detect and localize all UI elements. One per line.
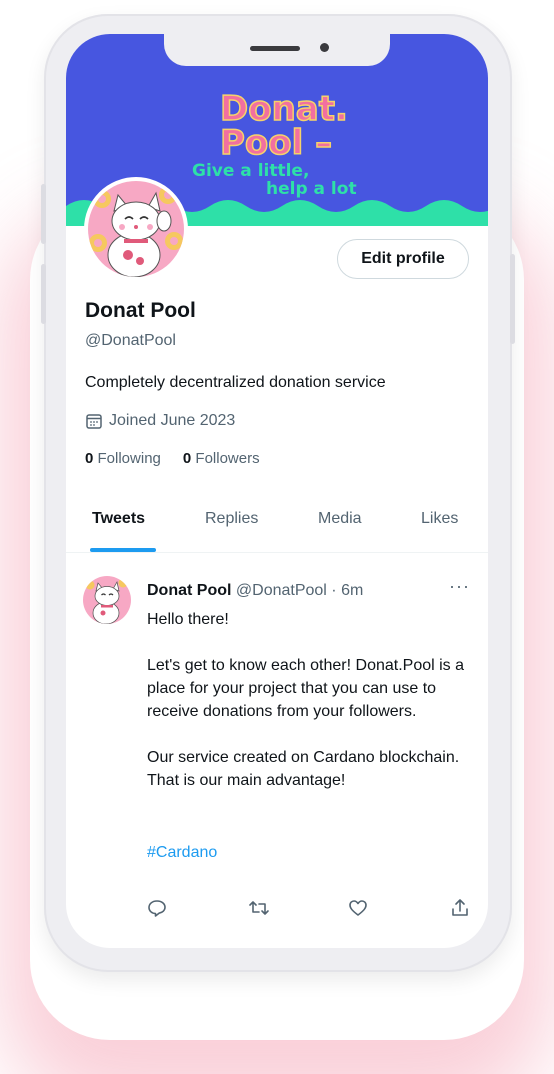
tweet-actions xyxy=(147,898,471,922)
profile-bio: Completely decentralized donation servic… xyxy=(85,374,386,391)
edit-profile-button[interactable]: Edit profile xyxy=(337,239,469,279)
following-link[interactable]: 0 Following xyxy=(85,450,161,467)
tweet-author[interactable]: Donat Pool xyxy=(147,582,231,599)
tab-replies[interactable]: Replies xyxy=(205,510,258,528)
profile-name: Donat Pool xyxy=(85,299,196,322)
share-icon[interactable] xyxy=(450,898,470,918)
tweet-meta: @DonatPool · 6m xyxy=(235,582,364,599)
hashtag-link[interactable]: #Cardano xyxy=(147,844,217,862)
profile-tabs: Tweets Replies Media Likes xyxy=(66,500,488,553)
more-options-icon[interactable]: ··· xyxy=(449,576,470,597)
reply-icon[interactable] xyxy=(147,898,167,918)
joined-date: Joined June 2023 xyxy=(85,412,235,430)
following-count: 0 xyxy=(85,450,94,467)
tab-tweets[interactable]: Tweets xyxy=(92,510,145,528)
avatar-image xyxy=(88,181,184,277)
calendar-icon xyxy=(86,414,102,429)
follow-stats: 0 Following 0 Followers xyxy=(85,450,260,467)
followers-label: Followers xyxy=(195,450,260,467)
lucky-cat-icon xyxy=(88,181,184,277)
joined-text: Joined June 2023 xyxy=(109,412,236,429)
phone-screen: Donat. Pool – Give a little, help a lot xyxy=(66,34,488,948)
tweet-header: Donat Pool @DonatPool · 6m xyxy=(147,582,363,600)
like-icon[interactable] xyxy=(348,898,368,918)
tab-media[interactable]: Media xyxy=(318,510,362,528)
followers-link[interactable]: 0 Followers xyxy=(183,450,260,467)
tweet-avatar[interactable] xyxy=(83,576,131,624)
tweet-paragraph: Hello there! xyxy=(147,611,229,628)
tab-likes[interactable]: Likes xyxy=(421,510,458,528)
phone-notch xyxy=(164,34,390,66)
power-button xyxy=(510,254,515,344)
banner-title-2: Pool – xyxy=(220,123,332,163)
front-camera xyxy=(320,43,329,52)
active-tab-indicator xyxy=(90,548,156,552)
lucky-cat-icon xyxy=(83,576,131,624)
speaker-grille xyxy=(250,46,300,51)
followers-count: 0 xyxy=(182,450,192,467)
volume-down-button xyxy=(41,264,46,324)
tweet-paragraph: Our service created on Cardano blockchai… xyxy=(147,749,460,789)
retweet-icon[interactable] xyxy=(248,898,270,918)
volume-up-button xyxy=(41,184,46,244)
following-label: Following xyxy=(97,450,161,467)
tweet-paragraph: Let's get to know each other! Donat.Pool… xyxy=(147,657,465,720)
tweet-text: Hello there! Let's get to know each othe… xyxy=(147,608,477,815)
banner-tagline-1: Give a little, xyxy=(192,161,309,181)
profile-avatar[interactable] xyxy=(84,177,188,281)
profile-handle: @DonatPool xyxy=(85,332,176,349)
banner-tagline-2: help a lot xyxy=(266,179,357,199)
